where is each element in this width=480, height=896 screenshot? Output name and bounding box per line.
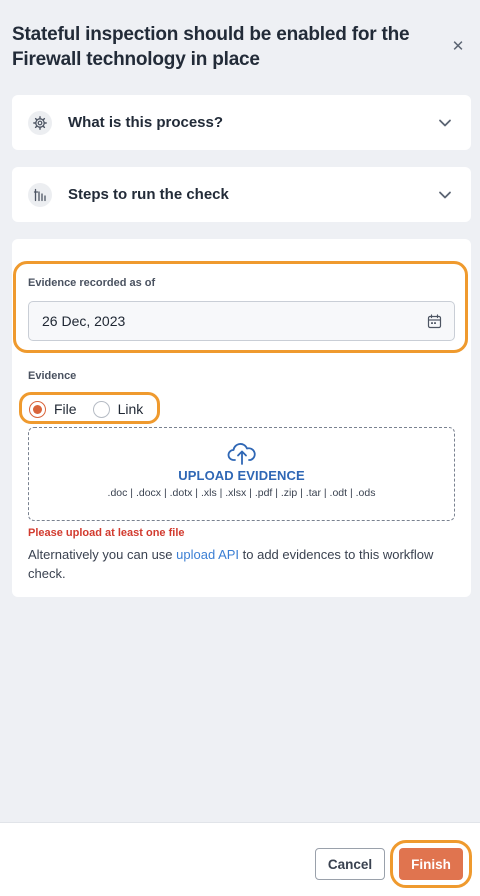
radio-link[interactable]: Link — [92, 400, 144, 418]
upload-api-note: Alternatively you can use upload API to … — [28, 545, 458, 583]
accordion-steps-to-run-the-check[interactable]: Steps to run the check — [12, 167, 471, 222]
radio-file-label: File — [54, 401, 77, 417]
radio-link-label: Link — [117, 401, 144, 417]
finish-button[interactable]: Finish — [399, 848, 463, 880]
evidence-type-label: Evidence — [28, 370, 77, 382]
evidence-type-radio-group: File Link — [29, 399, 143, 419]
gear-icon — [28, 110, 52, 135]
dialog-title: Stateful inspection should be enabled fo… — [12, 24, 410, 70]
upload-evidence-title: UPLOAD EVIDENCE — [178, 468, 305, 483]
accordion-label: What is this process? — [68, 114, 224, 131]
upload-file-types: .doc | .docx | .dotx | .xls | .xlsx | .p… — [107, 487, 376, 499]
evidence-date-field[interactable]: 26 Dec, 2023 — [28, 301, 455, 341]
steps-icon — [28, 182, 52, 207]
evidence-date-value: 26 Dec, 2023 — [42, 313, 126, 329]
chevron-down-icon — [439, 119, 451, 127]
upload-evidence-dropzone[interactable]: UPLOAD EVIDENCE .doc | .docx | .dotx | .… — [28, 427, 455, 521]
evidence-card: Evidence recorded as of 26 Dec, 2023 Evi… — [12, 239, 471, 597]
dialog-header: Stateful inspection should be enabled fo… — [0, 0, 480, 92]
cloud-upload-icon — [227, 443, 256, 465]
upload-error-message: Please upload at least one file — [28, 527, 185, 539]
accordion-what-is-this-process[interactable]: What is this process? — [12, 95, 471, 150]
radio-link-indicator[interactable] — [92, 400, 110, 418]
note-text-before: Alternatively you can use — [28, 547, 177, 562]
calendar-icon[interactable] — [427, 314, 442, 329]
dialog-footer: Cancel Finish — [0, 822, 480, 896]
chevron-down-icon — [439, 191, 451, 199]
evidence-date-label: Evidence recorded as of — [28, 277, 156, 289]
accordion-label: Steps to run the check — [68, 186, 229, 203]
radio-file-indicator[interactable] — [29, 400, 46, 418]
close-button[interactable]: ✕ — [446, 34, 470, 58]
upload-api-link[interactable]: upload API — [176, 547, 239, 562]
radio-file[interactable]: File — [29, 400, 77, 418]
cancel-button[interactable]: Cancel — [315, 848, 385, 880]
close-icon: ✕ — [451, 38, 465, 55]
